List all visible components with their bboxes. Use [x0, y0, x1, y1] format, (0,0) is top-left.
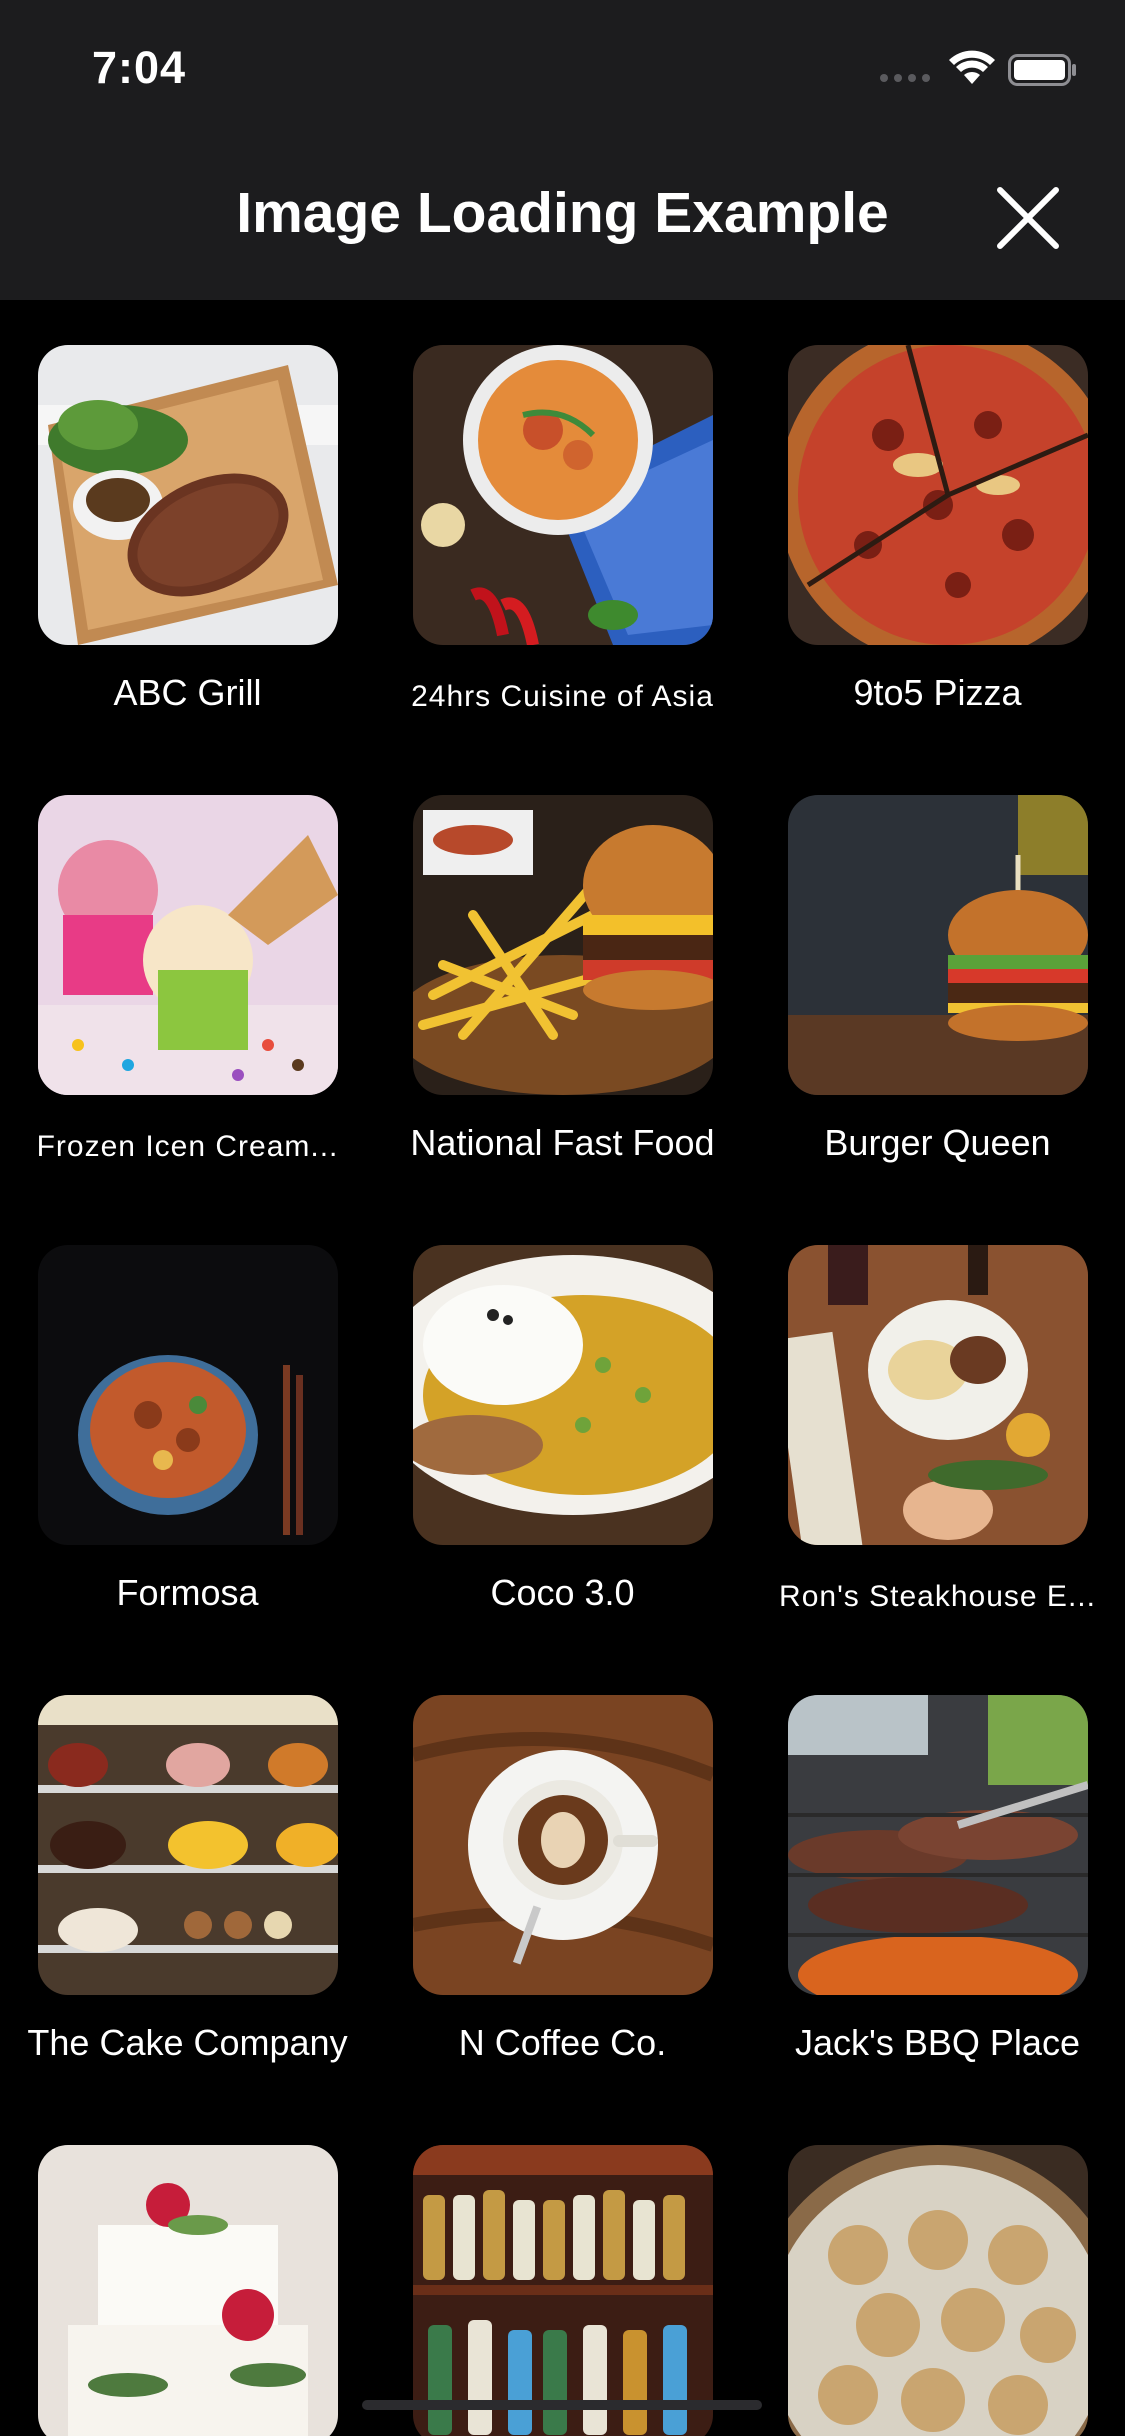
- restaurant-item[interactable]: Jack's BBQ Place: [750, 1650, 1125, 2100]
- cake-display-image: [38, 1695, 338, 1995]
- liquor-shelf-image: [413, 2145, 713, 2436]
- restaurant-item[interactable]: [0, 2100, 375, 2436]
- restaurant-item[interactable]: Ron's Steakhouse E...: [750, 1200, 1125, 1650]
- restaurant-item[interactable]: ABC Grill: [0, 300, 375, 750]
- bbq-grill-image: [788, 1695, 1088, 1995]
- curry-bowl-image: [413, 345, 713, 645]
- restaurant-name: ABC Grill: [113, 672, 262, 713]
- burger-fries-image: [413, 795, 713, 1095]
- restaurant-item[interactable]: [750, 2100, 1125, 2436]
- restaurant-name: 9to5 Pizza: [853, 672, 1022, 713]
- restaurant-item[interactable]: National Fast Food: [375, 750, 750, 1200]
- wedding-cake-image: [38, 2145, 338, 2436]
- restaurant-name: National Fast Food: [410, 1122, 715, 1163]
- restaurant-item[interactable]: [375, 2100, 750, 2436]
- restaurant-item[interactable]: Formosa: [0, 1200, 375, 1650]
- steak-dinner-image: [788, 1245, 1088, 1545]
- restaurant-name: 24hrs Cuisine of Asia: [411, 680, 714, 713]
- restaurant-item[interactable]: The Cake Company: [0, 1650, 375, 2100]
- home-indicator[interactable]: [362, 2400, 762, 2410]
- pizza-image: [788, 345, 1088, 645]
- noodle-soup-image: [38, 1245, 338, 1545]
- battery-icon: [1008, 54, 1076, 86]
- status-time: 7:04: [92, 42, 187, 93]
- restaurant-name: Burger Queen: [824, 1122, 1051, 1163]
- restaurant-name: Coco 3.0: [490, 1572, 635, 1613]
- coffee-cup-image: [413, 1695, 713, 1995]
- restaurant-item[interactable]: Coco 3.0: [375, 1200, 750, 1650]
- restaurant-name: N Coffee Co.: [458, 2022, 667, 2063]
- status-bar: 7:04: [0, 0, 1125, 132]
- restaurant-name: Frozen Icen Cream...: [36, 1130, 339, 1163]
- page-title: Image Loading Example: [236, 181, 889, 245]
- restaurant-item[interactable]: Burger Queen: [750, 750, 1125, 1200]
- restaurant-name: Ron's Steakhouse E...: [779, 1580, 1096, 1613]
- restaurant-item[interactable]: 24hrs Cuisine of Asia: [375, 300, 750, 750]
- wifi-icon: [949, 50, 995, 84]
- restaurant-grid: ABC Grill 24hrs Cuisine of Asia 9to5 Piz…: [0, 300, 1125, 2436]
- restaurant-name: The Cake Company: [27, 2022, 348, 2063]
- restaurant-name: Jack's BBQ Place: [795, 2022, 1080, 2063]
- close-icon[interactable]: [990, 180, 1066, 256]
- restaurant-item[interactable]: Frozen Icen Cream...: [0, 750, 375, 1200]
- burger-image: [788, 795, 1088, 1095]
- ice-cream-image: [38, 795, 338, 1095]
- restaurant-item[interactable]: 9to5 Pizza: [750, 300, 1125, 750]
- navigation-bar: Image Loading Example: [0, 132, 1125, 300]
- curry-rice-image: [413, 1245, 713, 1545]
- dumplings-image: [788, 2145, 1088, 2436]
- cellular-signal-icon: [880, 74, 930, 82]
- steak-board-image: [38, 345, 338, 645]
- restaurant-item[interactable]: N Coffee Co.: [375, 1650, 750, 2100]
- restaurant-name: Formosa: [116, 1572, 259, 1613]
